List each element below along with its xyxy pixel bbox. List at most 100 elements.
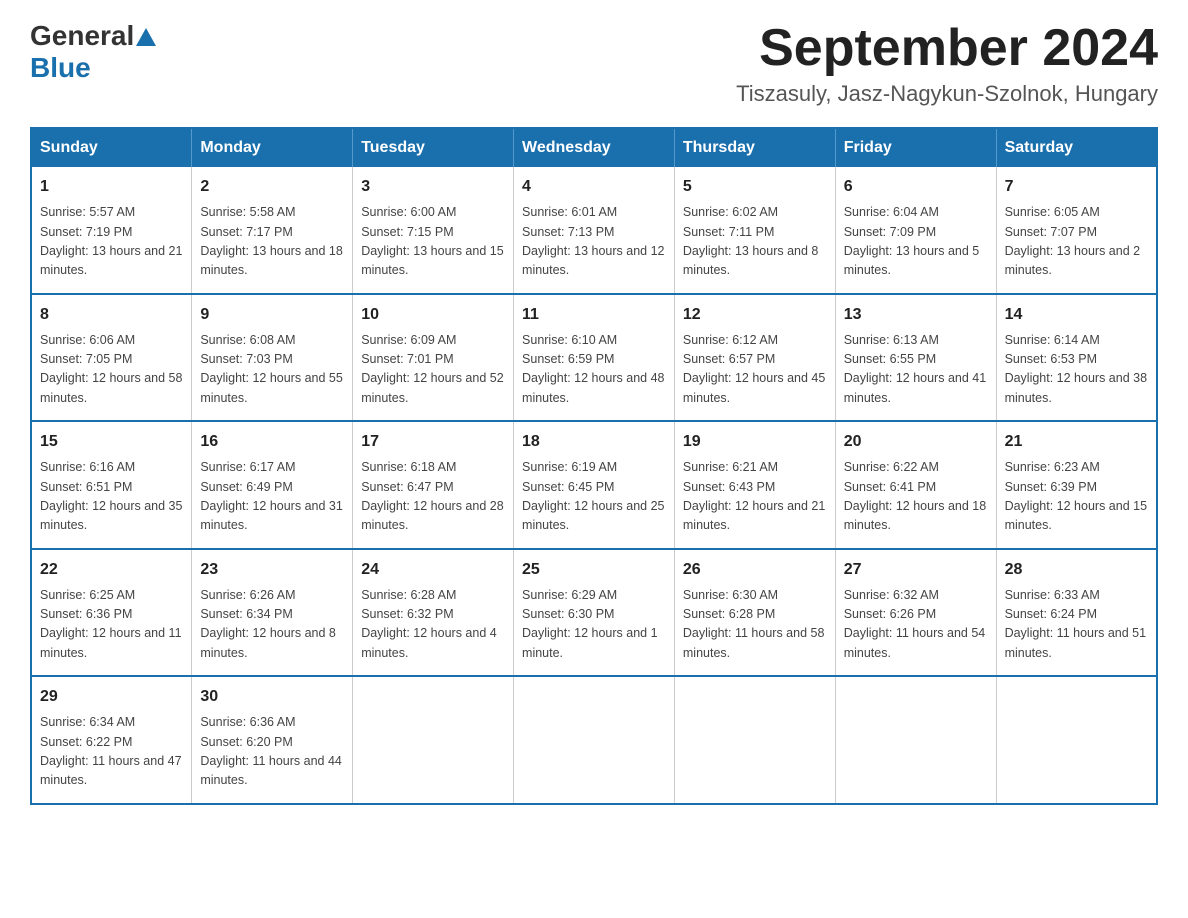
calendar-cell [353, 676, 514, 804]
calendar-week-row: 29 Sunrise: 6:34 AMSunset: 6:22 PMDayligh… [31, 676, 1157, 804]
location-subtitle: Tiszasuly, Jasz-Nagykun-Szolnok, Hungary [736, 81, 1158, 107]
calendar-cell [514, 676, 675, 804]
calendar-cell: 10Sunrise: 6:09 AMSunset: 7:01 PMDayligh… [353, 294, 514, 422]
day-info: Sunrise: 6:14 AMSunset: 6:53 PMDaylight:… [1005, 331, 1148, 409]
calendar-cell: 19 Sunrise: 6:21 AMSunset: 6:43 PMDayligh… [674, 421, 835, 549]
calendar-cell: 5 Sunrise: 6:02 AMSunset: 7:11 PMDaylight… [674, 167, 835, 294]
day-info: Sunrise: 6:16 AMSunset: 6:51 PMDaylight:… [40, 458, 183, 536]
day-number: 7 [1005, 175, 1148, 199]
calendar-week-row: 8 Sunrise: 6:06 AMSunset: 7:05 PMDaylight… [31, 294, 1157, 422]
calendar-cell: 3Sunrise: 6:00 AMSunset: 7:15 PMDaylight… [353, 167, 514, 294]
calendar-header-row: SundayMondayTuesdayWednesdayThursdayFrid… [31, 128, 1157, 167]
calendar-cell: 4 Sunrise: 6:01 AMSunset: 7:13 PMDaylight… [514, 167, 675, 294]
day-info: Sunrise: 6:21 AMSunset: 6:43 PMDaylight:… [683, 458, 827, 536]
day-number: 20 [844, 430, 988, 454]
logo-blue-text: Blue [30, 52, 91, 83]
day-info: Sunrise: 6:22 AMSunset: 6:41 PMDaylight:… [844, 458, 988, 536]
day-number: 26 [683, 558, 827, 582]
day-info: Sunrise: 6:23 AMSunset: 6:39 PMDaylight:… [1005, 458, 1148, 536]
calendar-header-saturday: Saturday [996, 128, 1157, 167]
calendar-week-row: 1 Sunrise: 5:57 AMSunset: 7:19 PMDaylight… [31, 167, 1157, 294]
day-info: Sunrise: 6:02 AMSunset: 7:11 PMDaylight:… [683, 203, 827, 281]
day-number: 8 [40, 303, 183, 327]
day-info: Sunrise: 6:01 AMSunset: 7:13 PMDaylight:… [522, 203, 666, 281]
calendar-cell: 2 Sunrise: 5:58 AMSunset: 7:17 PMDaylight… [192, 167, 353, 294]
day-info: Sunrise: 6:17 AMSunset: 6:49 PMDaylight:… [200, 458, 344, 536]
day-info: Sunrise: 5:58 AMSunset: 7:17 PMDaylight:… [200, 203, 344, 281]
day-info: Sunrise: 6:10 AMSunset: 6:59 PMDaylight:… [522, 331, 666, 409]
calendar-cell: 9 Sunrise: 6:08 AMSunset: 7:03 PMDaylight… [192, 294, 353, 422]
calendar-cell: 13Sunrise: 6:13 AMSunset: 6:55 PMDayligh… [835, 294, 996, 422]
day-number: 28 [1005, 558, 1148, 582]
day-info: Sunrise: 6:08 AMSunset: 7:03 PMDaylight:… [200, 331, 344, 409]
calendar-header-thursday: Thursday [674, 128, 835, 167]
day-info: Sunrise: 6:25 AMSunset: 6:36 PMDaylight:… [40, 586, 183, 664]
calendar-cell [674, 676, 835, 804]
day-info: Sunrise: 6:29 AMSunset: 6:30 PMDaylight:… [522, 586, 666, 664]
day-number: 9 [200, 303, 344, 327]
day-number: 12 [683, 303, 827, 327]
day-number: 10 [361, 303, 505, 327]
calendar-cell: 12 Sunrise: 6:12 AMSunset: 6:57 PMDayligh… [674, 294, 835, 422]
calendar-week-row: 22Sunrise: 6:25 AMSunset: 6:36 PMDayligh… [31, 549, 1157, 677]
calendar-cell: 23Sunrise: 6:26 AMSunset: 6:34 PMDayligh… [192, 549, 353, 677]
day-number: 11 [522, 303, 666, 327]
calendar-cell: 20 Sunrise: 6:22 AMSunset: 6:41 PMDayligh… [835, 421, 996, 549]
day-number: 27 [844, 558, 988, 582]
day-info: Sunrise: 6:33 AMSunset: 6:24 PMDaylight:… [1005, 586, 1148, 664]
logo: General Blue [30, 20, 156, 84]
month-title: September 2024 [736, 20, 1158, 77]
day-number: 25 [522, 558, 666, 582]
day-number: 29 [40, 685, 183, 709]
calendar-cell: 30Sunrise: 6:36 AMSunset: 6:20 PMDayligh… [192, 676, 353, 804]
day-number: 14 [1005, 303, 1148, 327]
calendar-cell: 27 Sunrise: 6:32 AMSunset: 6:26 PMDayligh… [835, 549, 996, 677]
day-number: 5 [683, 175, 827, 199]
calendar-header-tuesday: Tuesday [353, 128, 514, 167]
calendar-cell [996, 676, 1157, 804]
day-info: Sunrise: 6:04 AMSunset: 7:09 PMDaylight:… [844, 203, 988, 281]
calendar-cell: 6 Sunrise: 6:04 AMSunset: 7:09 PMDaylight… [835, 167, 996, 294]
day-number: 15 [40, 430, 183, 454]
calendar-header-wednesday: Wednesday [514, 128, 675, 167]
day-info: Sunrise: 6:30 AMSunset: 6:28 PMDaylight:… [683, 586, 827, 664]
calendar-cell: 29 Sunrise: 6:34 AMSunset: 6:22 PMDayligh… [31, 676, 192, 804]
day-number: 4 [522, 175, 666, 199]
calendar-cell: 18Sunrise: 6:19 AMSunset: 6:45 PMDayligh… [514, 421, 675, 549]
day-info: Sunrise: 5:57 AMSunset: 7:19 PMDaylight:… [40, 203, 183, 281]
day-number: 6 [844, 175, 988, 199]
calendar-cell: 26 Sunrise: 6:30 AMSunset: 6:28 PMDayligh… [674, 549, 835, 677]
day-number: 1 [40, 175, 183, 199]
day-number: 17 [361, 430, 505, 454]
calendar-cell: 24Sunrise: 6:28 AMSunset: 6:32 PMDayligh… [353, 549, 514, 677]
day-number: 3 [361, 175, 505, 199]
calendar-cell: 16Sunrise: 6:17 AMSunset: 6:49 PMDayligh… [192, 421, 353, 549]
page-header: General Blue September 2024 Tiszasuly, J… [30, 20, 1158, 107]
calendar-cell: 28 Sunrise: 6:33 AMSunset: 6:24 PMDayligh… [996, 549, 1157, 677]
logo-general-text: General [30, 20, 134, 52]
day-info: Sunrise: 6:28 AMSunset: 6:32 PMDaylight:… [361, 586, 505, 664]
title-area: September 2024 Tiszasuly, Jasz-Nagykun-S… [736, 20, 1158, 107]
calendar-cell: 11 Sunrise: 6:10 AMSunset: 6:59 PMDayligh… [514, 294, 675, 422]
logo-triangle-icon [136, 28, 156, 46]
calendar-cell: 25 Sunrise: 6:29 AMSunset: 6:30 PMDayligh… [514, 549, 675, 677]
calendar-cell: 17 Sunrise: 6:18 AMSunset: 6:47 PMDayligh… [353, 421, 514, 549]
calendar-cell: 1 Sunrise: 5:57 AMSunset: 7:19 PMDaylight… [31, 167, 192, 294]
day-number: 2 [200, 175, 344, 199]
day-number: 19 [683, 430, 827, 454]
day-info: Sunrise: 6:05 AMSunset: 7:07 PMDaylight:… [1005, 203, 1148, 281]
day-info: Sunrise: 6:18 AMSunset: 6:47 PMDaylight:… [361, 458, 505, 536]
day-info: Sunrise: 6:34 AMSunset: 6:22 PMDaylight:… [40, 713, 183, 791]
calendar-cell: 22Sunrise: 6:25 AMSunset: 6:36 PMDayligh… [31, 549, 192, 677]
day-info: Sunrise: 6:12 AMSunset: 6:57 PMDaylight:… [683, 331, 827, 409]
calendar-table: SundayMondayTuesdayWednesdayThursdayFrid… [30, 127, 1158, 805]
calendar-cell: 7 Sunrise: 6:05 AMSunset: 7:07 PMDaylight… [996, 167, 1157, 294]
day-info: Sunrise: 6:32 AMSunset: 6:26 PMDaylight:… [844, 586, 988, 664]
day-info: Sunrise: 6:06 AMSunset: 7:05 PMDaylight:… [40, 331, 183, 409]
calendar-cell [835, 676, 996, 804]
day-number: 13 [844, 303, 988, 327]
calendar-cell: 14 Sunrise: 6:14 AMSunset: 6:53 PMDayligh… [996, 294, 1157, 422]
day-number: 18 [522, 430, 666, 454]
calendar-cell: 21Sunrise: 6:23 AMSunset: 6:39 PMDayligh… [996, 421, 1157, 549]
day-number: 30 [200, 685, 344, 709]
